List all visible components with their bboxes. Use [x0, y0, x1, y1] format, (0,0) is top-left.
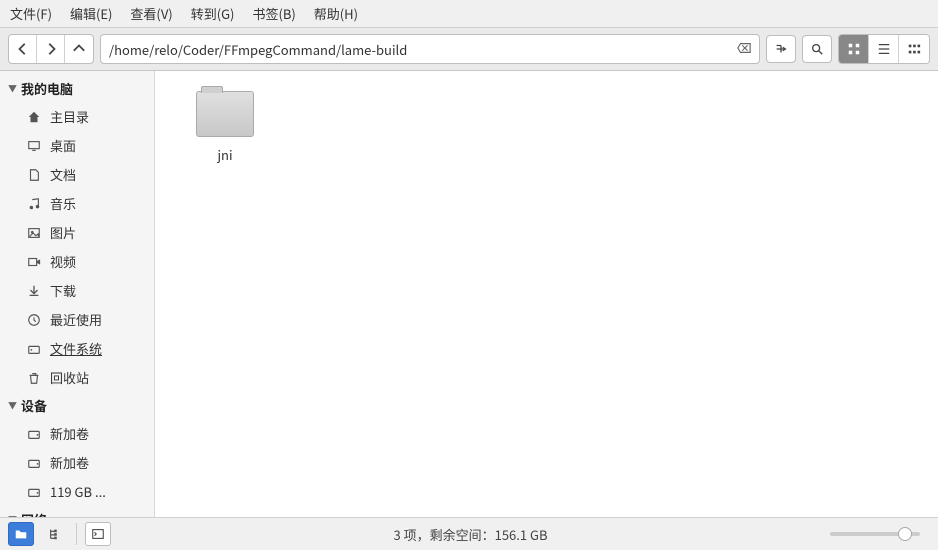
tree-toggle-button[interactable]	[42, 522, 68, 546]
home-icon	[26, 109, 42, 125]
path-text: /home/relo/Coder/FFmpegCommand/lame-buil…	[109, 40, 737, 59]
download-icon	[26, 283, 42, 299]
main-area: ▼ 我的电脑 主目录桌面文档音乐图片视频下载最近使用文件系统回收站 ▼ 设备 新加卷…	[0, 71, 938, 517]
sidebar-item-video[interactable]: 视频	[0, 247, 154, 276]
slider-thumb[interactable]	[898, 527, 912, 541]
list-view-button[interactable]	[869, 35, 899, 63]
path-input[interactable]: /home/relo/Coder/FFmpegCommand/lame-buil…	[100, 34, 760, 64]
up-button[interactable]	[65, 35, 93, 63]
sidebar-header-label: 我的电脑	[21, 79, 73, 98]
search-button[interactable]	[802, 35, 832, 63]
sidebar-item-download[interactable]: 下载	[0, 276, 154, 305]
arrow-right-icon	[44, 42, 58, 56]
content-pane[interactable]: jni	[155, 71, 938, 517]
trash-icon	[26, 370, 42, 386]
statusbar: 3 项，剩余空间：156.1 GB	[0, 517, 938, 550]
sidebar-item-disk[interactable]: 新加卷	[0, 448, 154, 477]
sidebar-item-label: 下载	[50, 281, 76, 300]
folder-item[interactable]: jni	[185, 91, 265, 164]
sidebar-header-devices[interactable]: ▼ 设备	[0, 392, 154, 419]
backspace-icon	[737, 41, 751, 55]
sidebar-item-label: 最近使用	[50, 310, 102, 329]
sidebar-item-disk[interactable]: 新加卷	[0, 419, 154, 448]
menu-file[interactable]: 文件(F)	[10, 4, 52, 23]
video-icon	[26, 254, 42, 270]
view-mode-buttons	[838, 34, 930, 64]
menu-edit[interactable]: 编辑(E)	[70, 4, 112, 23]
sidebar-item-label: 图片	[50, 223, 76, 242]
sidebar-header-computer[interactable]: ▼ 我的电脑	[0, 75, 154, 102]
disk-icon	[26, 426, 42, 442]
sidebar-item-label: 视频	[50, 252, 76, 271]
sidebar-item-label: 主目录	[50, 107, 89, 126]
folder-label: jni	[217, 145, 232, 164]
sidebar-item-label: 回收站	[50, 368, 89, 387]
toggle-icon	[774, 42, 788, 56]
sidebar-item-doc[interactable]: 文档	[0, 160, 154, 189]
menu-bookmark[interactable]: 书签(B)	[252, 4, 295, 23]
sidebar-item-label: 新加卷	[50, 453, 89, 472]
tree-icon	[48, 527, 62, 541]
sidebar-item-label: 119 GB ...	[50, 482, 106, 501]
status-text: 3 项，剩余空间：156.1 GB	[119, 525, 822, 544]
disk-icon	[26, 455, 42, 471]
clear-path-icon[interactable]	[737, 40, 751, 59]
sidebar-item-picture[interactable]: 图片	[0, 218, 154, 247]
nav-buttons	[8, 34, 94, 64]
menu-go[interactable]: 转到(G)	[191, 4, 235, 23]
sidebar-header-network[interactable]: ▼网络	[0, 506, 154, 517]
chevron-down-icon: ▼	[8, 399, 17, 412]
grid-icon	[847, 42, 861, 56]
divider	[76, 523, 77, 545]
sidebar-item-fs[interactable]: 文件系统	[0, 334, 154, 363]
toggle-path-button[interactable]	[766, 35, 796, 63]
recent-icon	[26, 312, 42, 328]
sidebar-item-label: 文档	[50, 165, 76, 184]
folder-small-icon	[14, 527, 28, 541]
terminal-button[interactable]	[85, 522, 111, 546]
picture-icon	[26, 225, 42, 241]
fs-icon	[26, 341, 42, 357]
sidebar-item-label: 音乐	[50, 194, 76, 213]
sidebar-item-recent[interactable]: 最近使用	[0, 305, 154, 334]
compact-view-button[interactable]	[899, 35, 929, 63]
sidebar-item-disk[interactable]: 119 GB ...	[0, 477, 154, 506]
sidebar: ▼ 我的电脑 主目录桌面文档音乐图片视频下载最近使用文件系统回收站 ▼ 设备 新加卷…	[0, 71, 155, 517]
sidebar-item-desktop[interactable]: 桌面	[0, 131, 154, 160]
desktop-icon	[26, 138, 42, 154]
sidebar-header-label: 网络	[21, 510, 47, 517]
search-icon	[810, 42, 824, 56]
icon-view-button[interactable]	[839, 35, 869, 63]
sidebar-item-label: 文件系统	[50, 339, 102, 358]
menu-help[interactable]: 帮助(H)	[314, 4, 358, 23]
menubar: 文件(F) 编辑(E) 查看(V) 转到(G) 书签(B) 帮助(H)	[0, 0, 938, 28]
sidebar-item-label: 桌面	[50, 136, 76, 155]
arrow-up-icon	[72, 42, 86, 56]
back-button[interactable]	[9, 35, 37, 63]
doc-icon	[26, 167, 42, 183]
list-icon	[877, 42, 891, 56]
toolbar: /home/relo/Coder/FFmpegCommand/lame-buil…	[0, 28, 938, 71]
sidebar-item-label: 新加卷	[50, 424, 89, 443]
forward-button[interactable]	[37, 35, 65, 63]
menu-view[interactable]: 查看(V)	[130, 4, 172, 23]
compact-icon	[907, 42, 921, 56]
sidebar-item-home[interactable]: 主目录	[0, 102, 154, 131]
terminal-icon	[91, 527, 105, 541]
chevron-down-icon: ▼	[8, 82, 17, 95]
sidebar-header-label: 设备	[21, 396, 47, 415]
folder-icon	[196, 91, 254, 137]
zoom-slider[interactable]	[830, 532, 920, 536]
sidebar-item-music[interactable]: 音乐	[0, 189, 154, 218]
places-toggle-button[interactable]	[8, 522, 34, 546]
music-icon	[26, 196, 42, 212]
disk-icon	[26, 484, 42, 500]
arrow-left-icon	[16, 42, 30, 56]
sidebar-item-trash[interactable]: 回收站	[0, 363, 154, 392]
